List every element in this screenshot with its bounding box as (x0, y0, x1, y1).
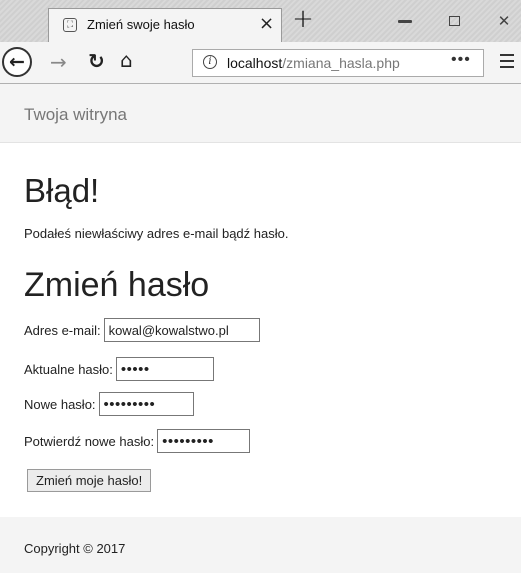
tab-title: Zmień swoje hasło (87, 17, 195, 32)
url-text[interactable]: localhost/zmiana_hasla.php (227, 55, 400, 71)
error-message: Podałeś niewłaściwy adres e-mail bądź ha… (24, 226, 289, 241)
info-icon[interactable]: i (203, 55, 217, 69)
confirm-password-row: Potwierdź nowe hasło: (24, 429, 251, 453)
browser-toolbar: ← → ↻ ⌂ i localhost/zmiana_hasla.php ••• (0, 42, 521, 84)
site-footer: Copyright © 2017 (0, 517, 521, 573)
menu-icon[interactable] (500, 54, 514, 72)
new-password-row: Nowe hasło: (24, 392, 194, 416)
site-header: Twoja witryna (0, 84, 521, 143)
new-password-field[interactable] (98, 392, 194, 416)
current-password-field[interactable] (115, 357, 214, 381)
email-field[interactable] (103, 318, 260, 342)
confirm-password-field[interactable] (157, 429, 251, 453)
close-window-icon[interactable]: ✕ (494, 12, 514, 30)
tab-close-icon[interactable]: × (259, 13, 274, 35)
copyright-text: Copyright © 2017 (24, 541, 126, 556)
confirm-password-label: Potwierdź nowe hasło: (24, 433, 155, 449)
minimize-icon[interactable] (395, 12, 415, 30)
home-icon[interactable]: ⌂ (120, 48, 133, 72)
site-brand[interactable]: Twoja witryna (24, 105, 127, 125)
current-password-row: Aktualne hasło: (24, 357, 214, 381)
email-row: Adres e-mail: (24, 318, 260, 342)
url-path: /zmiana_hasla.php (282, 55, 400, 71)
browser-titlebar: ⛶ Zmień swoje hasło × + ✕ (0, 0, 521, 42)
url-host: localhost (227, 55, 283, 71)
back-icon[interactable]: ← (2, 47, 32, 77)
forward-icon[interactable]: → (50, 50, 67, 74)
form-heading: Zmień hasło (24, 266, 210, 304)
email-label: Adres e-mail: (24, 322, 101, 338)
address-bar[interactable]: i localhost/zmiana_hasla.php ••• (192, 49, 484, 77)
favicon-icon: ⛶ (63, 18, 77, 32)
page-actions-icon[interactable]: ••• (451, 51, 471, 69)
current-password-label: Aktualne hasło: (24, 361, 113, 377)
new-tab-button[interactable]: + (290, 6, 316, 34)
maximize-icon[interactable] (444, 12, 464, 30)
new-password-label: Nowe hasło: (24, 396, 96, 412)
change-password-button[interactable]: Zmień moje hasło! (27, 469, 152, 492)
reload-icon[interactable]: ↻ (88, 49, 105, 73)
browser-tab[interactable]: ⛶ Zmień swoje hasło × (48, 8, 282, 42)
error-heading: Błąd! (24, 172, 100, 209)
